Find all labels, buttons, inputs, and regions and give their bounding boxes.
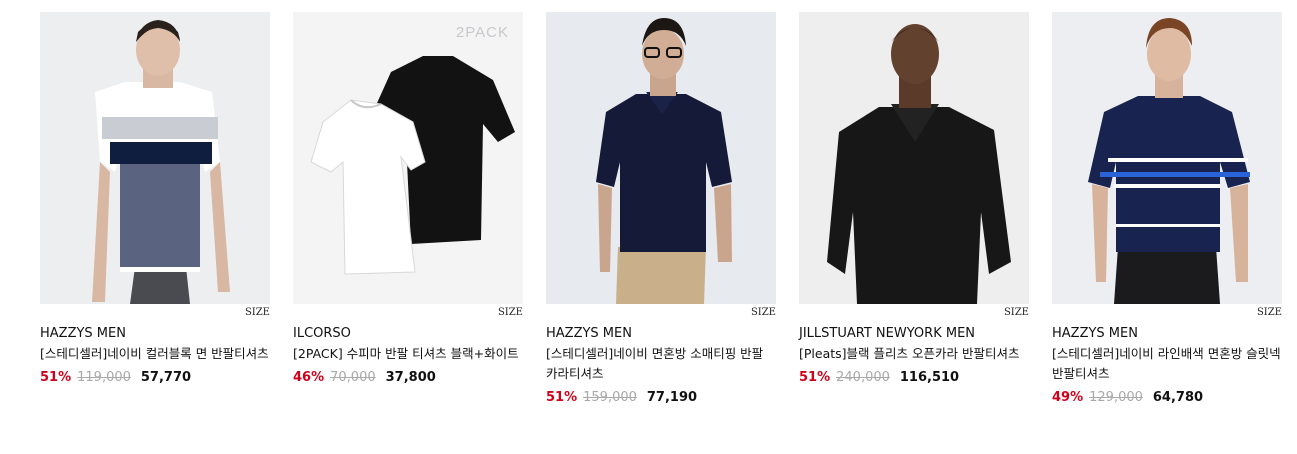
original-price: 129,000 (1089, 390, 1143, 405)
product-brand[interactable]: HAZZYS MEN (40, 326, 270, 341)
product-title[interactable]: [스테디셀러]네이비 라인배색 면혼방 슬릿넥 반팔티셔츠 (1052, 344, 1282, 384)
sale-price: 77,190 (646, 390, 698, 405)
product-card[interactable]: SIZE HAZZYS MEN [스테디셀러]네이비 라인배색 면혼방 슬릿넥 … (1052, 12, 1282, 405)
sale-price: 64,780 (1152, 390, 1204, 405)
price-row: 51% 159,000 77,190 (546, 390, 776, 405)
discount-rate: 51% (799, 370, 831, 385)
product-card[interactable]: SIZE JILLSTUART NEWYORK MEN [Pleats]블랙 플… (799, 12, 1029, 405)
sale-price: 57,770 (140, 370, 192, 385)
sale-price: 116,510 (899, 370, 960, 385)
product-image[interactable] (40, 12, 270, 304)
price-row: 51% 240,000 116,510 (799, 370, 1029, 385)
original-price: 70,000 (330, 370, 376, 385)
product-title[interactable]: [Pleats]블랙 플리츠 오픈카라 반팔티셔츠 (799, 344, 1029, 364)
size-label[interactable]: SIZE (40, 306, 270, 320)
original-price: 240,000 (836, 370, 890, 385)
product-image[interactable] (1052, 12, 1282, 304)
product-card[interactable]: SIZE HAZZYS MEN [스테디셀러]네이비 컬러블록 면 반팔티셔츠 … (40, 12, 270, 405)
discount-rate: 46% (293, 370, 325, 385)
product-title[interactable]: [스테디셀러]네이비 컬러블록 면 반팔티셔츠 (40, 344, 270, 364)
product-brand[interactable]: ILCORSO (293, 326, 523, 341)
size-label[interactable]: SIZE (546, 306, 776, 320)
product-card[interactable]: 2PACK SIZE ILCORSO [2PACK] 수피마 반팔 티셔츠 블랙… (293, 12, 523, 405)
product-brand[interactable]: JILLSTUART NEWYORK MEN (799, 326, 1029, 341)
size-label[interactable]: SIZE (1052, 306, 1282, 320)
discount-rate: 51% (546, 390, 578, 405)
size-label[interactable]: SIZE (799, 306, 1029, 320)
product-title[interactable]: [2PACK] 수피마 반팔 티셔츠 블랙+화이트 (293, 344, 523, 364)
pack-badge: 2PACK (455, 24, 509, 41)
discount-rate: 49% (1052, 390, 1084, 405)
product-image[interactable] (546, 12, 776, 304)
original-price: 159,000 (583, 390, 637, 405)
product-image[interactable] (799, 12, 1029, 304)
price-row: 49% 129,000 64,780 (1052, 390, 1282, 405)
product-image[interactable]: 2PACK (293, 12, 523, 304)
product-title[interactable]: [스테디셀러]네이비 면혼방 소매티핑 반팔 카라티셔츠 (546, 344, 776, 384)
product-grid: SIZE HAZZYS MEN [스테디셀러]네이비 컬러블록 면 반팔티셔츠 … (40, 12, 1282, 405)
price-row: 51% 119,000 57,770 (40, 370, 270, 385)
original-price: 119,000 (77, 370, 131, 385)
product-brand[interactable]: HAZZYS MEN (546, 326, 776, 341)
size-label[interactable]: SIZE (293, 306, 523, 320)
product-card[interactable]: SIZE HAZZYS MEN [스테디셀러]네이비 면혼방 소매티핑 반팔 카… (546, 12, 776, 405)
sale-price: 37,800 (385, 370, 436, 385)
product-brand[interactable]: HAZZYS MEN (1052, 326, 1282, 341)
discount-rate: 51% (40, 370, 72, 385)
price-row: 46% 70,000 37,800 (293, 370, 523, 385)
